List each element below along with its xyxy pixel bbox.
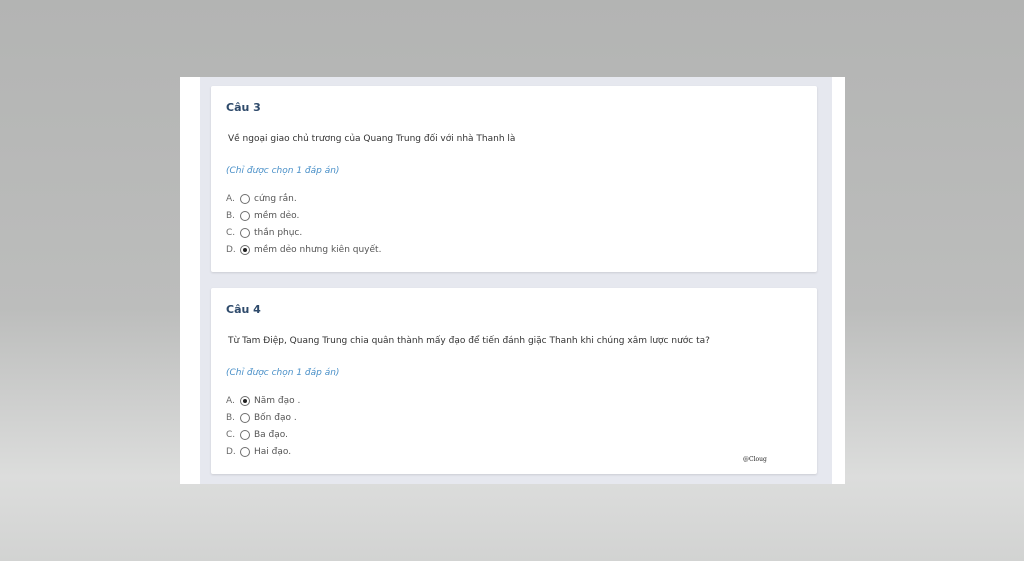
option-label: cứng rắn. [254,193,297,204]
option-b[interactable]: B. Bốn đạo . [226,409,300,426]
option-letter: B. [226,412,236,423]
radio-button[interactable] [240,395,250,406]
option-label: Bốn đạo . [254,412,297,423]
watermark: @Cloug [743,456,767,463]
question-list: Câu 3 Về ngoại giao chủ trương của Quang… [200,77,832,484]
option-c[interactable]: C. Ba đạo. [226,426,300,443]
option-label: Ba đạo. [254,429,288,440]
question-title: Câu 4 [226,303,261,316]
option-label: Năm đạo . [254,395,301,406]
radio-button[interactable] [240,412,250,423]
option-letter: D. [226,244,236,255]
question-hint: (Chỉ được chọn 1 đáp án) [226,166,340,176]
question-card-4: Câu 4 Từ Tam Điệp, Quang Trung chia quân… [211,288,817,474]
radio-button[interactable] [240,446,250,457]
option-a[interactable]: A. cứng rắn. [226,190,381,207]
question-text: Từ Tam Điệp, Quang Trung chia quân thành… [228,336,710,346]
option-letter: A. [226,193,235,204]
option-a[interactable]: A. Năm đạo . [226,392,300,409]
quiz-screen: Câu 3 Về ngoại giao chủ trương của Quang… [180,77,845,484]
answer-options: A. Năm đạo . B. Bốn đạo . C. Ba đạo. D. [226,392,300,460]
option-label: mềm dẻo nhưng kiên quyết. [254,244,382,255]
question-text: Về ngoại giao chủ trương của Quang Trung… [228,134,516,144]
radio-button[interactable] [240,227,250,238]
option-b[interactable]: B. mềm dẻo. [226,207,381,224]
option-label: mềm dẻo. [254,210,300,221]
question-title: Câu 3 [226,101,261,114]
radio-button[interactable] [240,193,250,204]
radio-button[interactable] [240,244,250,255]
radio-button[interactable] [240,429,250,440]
option-letter: C. [226,227,236,238]
question-hint: (Chỉ được chọn 1 đáp án) [226,368,340,378]
option-label: thần phục. [254,227,303,238]
option-letter: B. [226,210,236,221]
question-card-3: Câu 3 Về ngoại giao chủ trương của Quang… [211,86,817,272]
option-letter: A. [226,395,235,406]
option-d[interactable]: D. mềm dẻo nhưng kiên quyết. [226,241,381,258]
option-letter: D. [226,446,236,457]
option-d[interactable]: D. Hai đạo. [226,443,300,460]
answer-options: A. cứng rắn. B. mềm dẻo. C. thần phục. D… [226,190,381,258]
option-letter: C. [226,429,236,440]
option-label: Hai đạo. [254,446,292,457]
option-c[interactable]: C. thần phục. [226,224,381,241]
radio-button[interactable] [240,210,250,221]
